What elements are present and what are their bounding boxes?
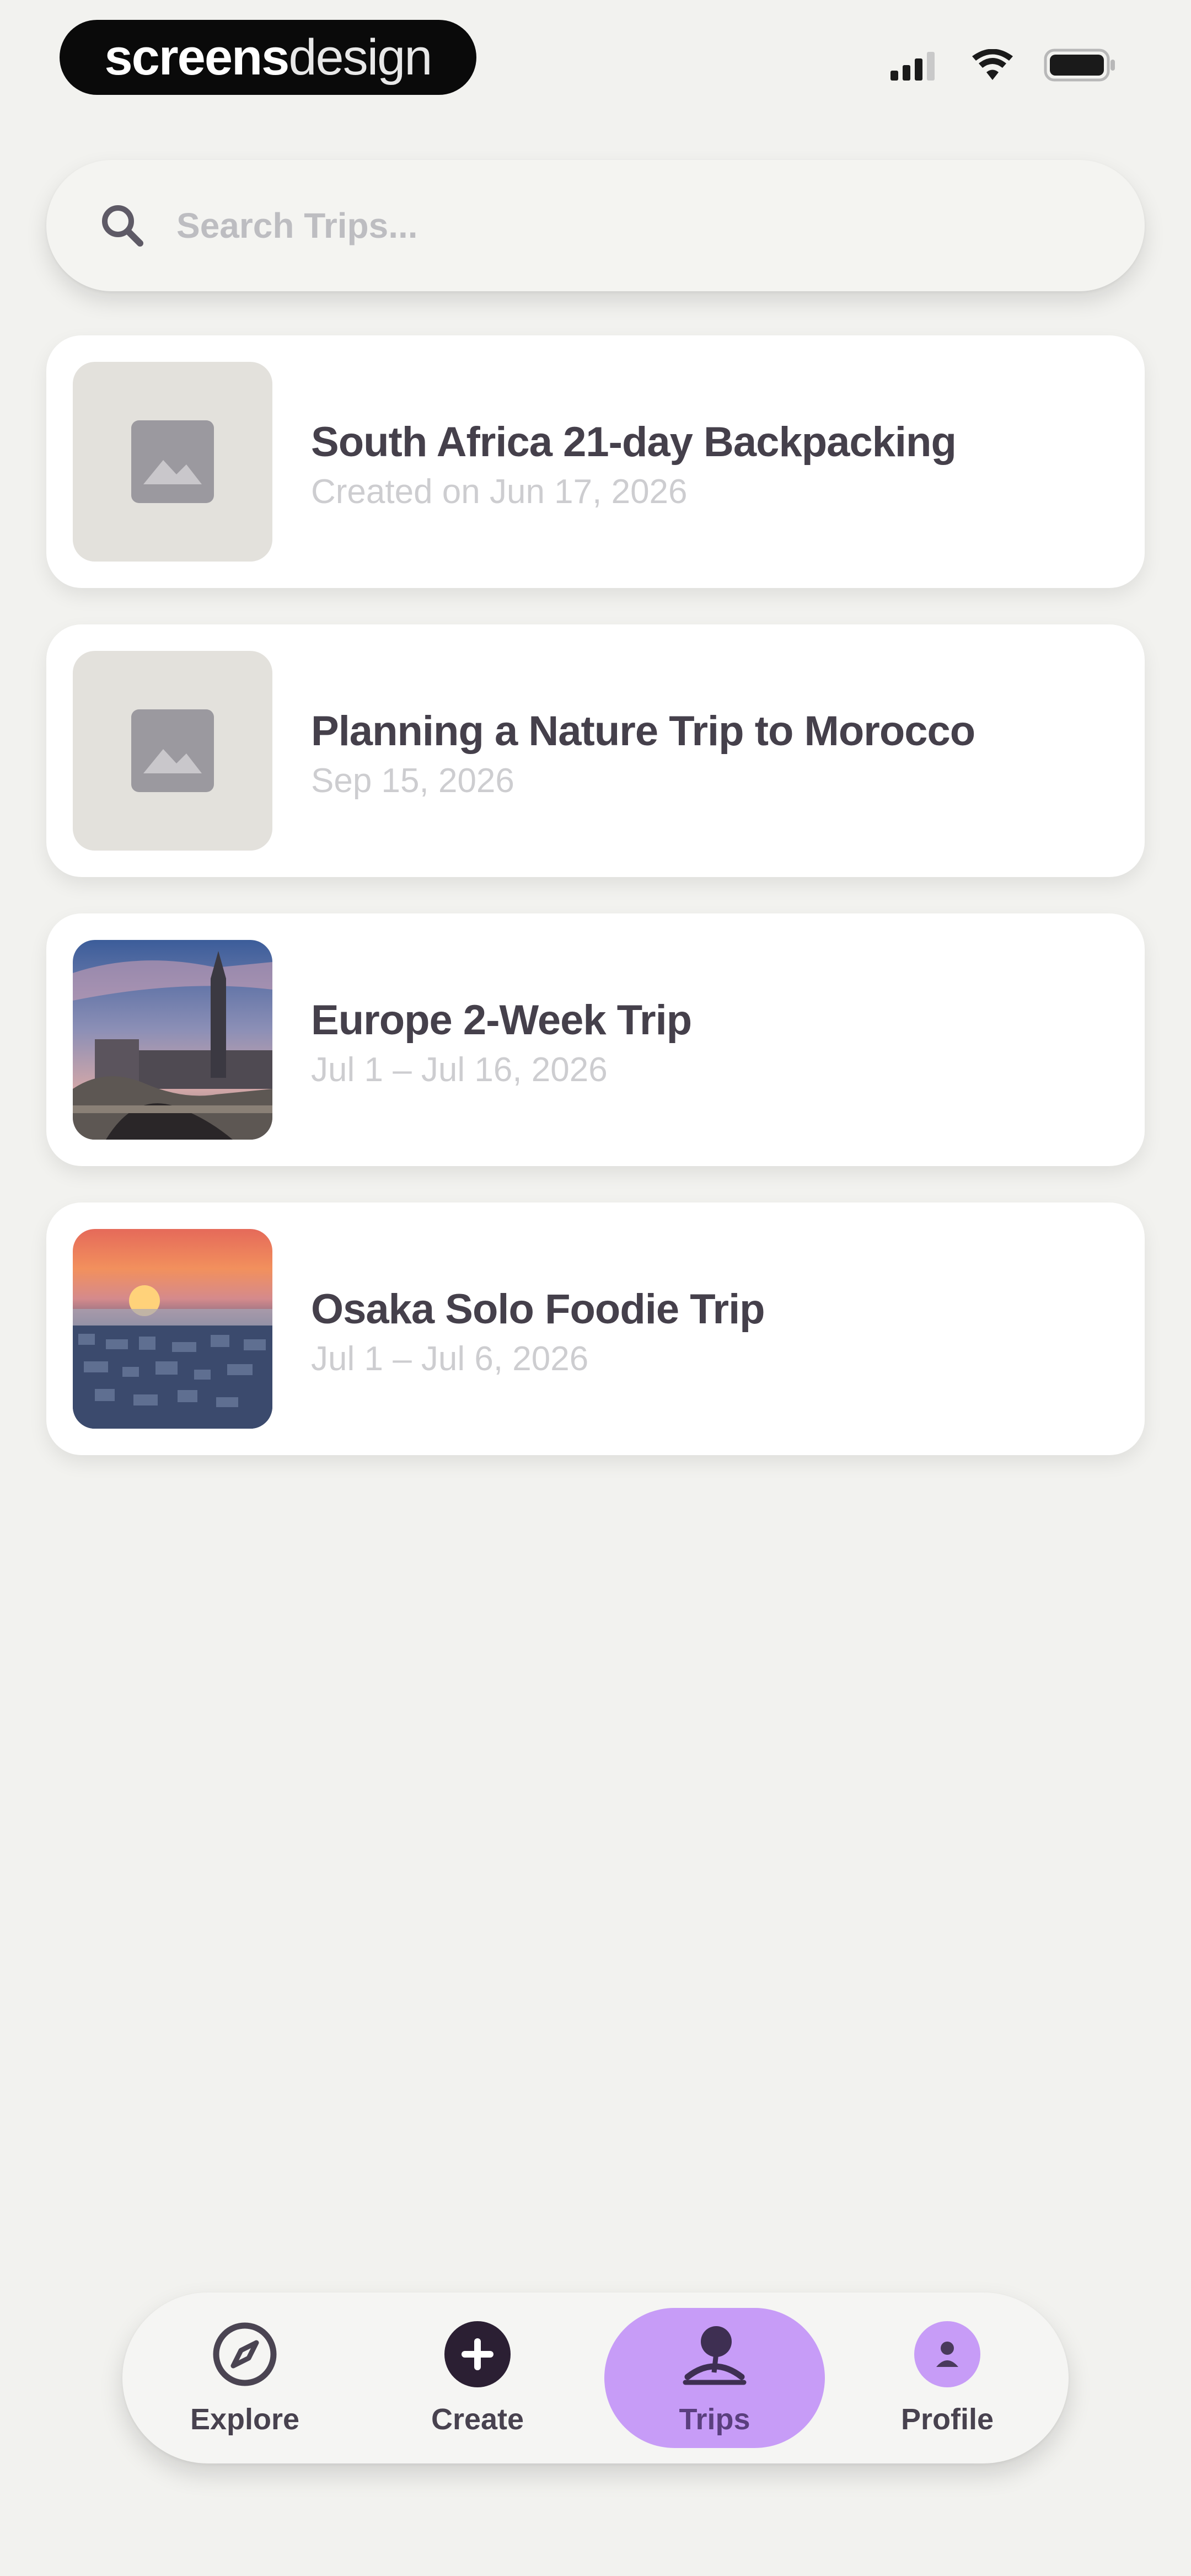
- image-placeholder-icon: [131, 709, 214, 792]
- signal-icon: [890, 52, 935, 81]
- brand-text-light: design: [288, 29, 432, 85]
- trip-card[interactable]: Europe 2-Week Trip Jul 1 – Jul 16, 2026: [46, 913, 1145, 1166]
- bottom-nav: Explore Create Trips Profile: [122, 2292, 1069, 2463]
- trip-date: Created on Jun 17, 2026: [311, 473, 688, 511]
- trip-title: Europe 2-Week Trip: [311, 997, 692, 1044]
- nav-trips[interactable]: Trips: [604, 2308, 825, 2448]
- trips-screen: screens design Search Trips... South Afr…: [0, 0, 1191, 2576]
- wifi-icon: [972, 49, 1013, 80]
- brand-text-bold: screens: [104, 29, 290, 85]
- plus-circle-icon: [444, 2321, 511, 2387]
- nav-profile[interactable]: Profile: [837, 2308, 1058, 2448]
- nav-label: Profile: [900, 2403, 994, 2436]
- nav-label: Trips: [679, 2403, 750, 2436]
- nav-label: Create: [431, 2403, 524, 2436]
- trip-title: South Africa 21-day Backpacking: [311, 419, 957, 466]
- trip-date: Sep 15, 2026: [311, 762, 514, 800]
- trip-date: Jul 1 – Jul 6, 2026: [311, 1340, 589, 1378]
- profile-avatar-icon: [914, 2321, 980, 2387]
- nav-explore[interactable]: Explore: [135, 2308, 355, 2448]
- trip-title: Planning a Nature Trip to Morocco: [311, 708, 975, 755]
- nav-create[interactable]: Create: [367, 2308, 588, 2448]
- trip-thumbnail: [73, 651, 272, 851]
- trip-list: South Africa 21-day Backpacking Created …: [46, 335, 1145, 1492]
- trips-icon: [683, 2326, 747, 2385]
- search-bar[interactable]: [46, 160, 1145, 291]
- brand-watermark: screens design: [60, 20, 476, 95]
- image-placeholder-icon: [131, 420, 214, 503]
- trip-title: Osaka Solo Foodie Trip: [311, 1286, 765, 1333]
- search-input[interactable]: [175, 205, 1060, 247]
- trip-thumbnail: [73, 1229, 272, 1429]
- trip-date: Jul 1 – Jul 16, 2026: [311, 1051, 608, 1089]
- city-bridge-photo: [73, 940, 272, 1140]
- sunset-city-photo: [73, 1229, 272, 1429]
- trip-card[interactable]: Osaka Solo Foodie Trip Jul 1 – Jul 6, 20…: [46, 1203, 1145, 1455]
- nav-label: Explore: [190, 2403, 300, 2436]
- trip-thumbnail: [73, 362, 272, 562]
- search-icon: [102, 205, 143, 247]
- trip-card[interactable]: South Africa 21-day Backpacking Created …: [46, 335, 1145, 588]
- compass-icon: [213, 2322, 277, 2386]
- trip-thumbnail: [73, 940, 272, 1140]
- trip-card[interactable]: Planning a Nature Trip to Morocco Sep 15…: [46, 624, 1145, 877]
- status-icons: [890, 49, 1117, 82]
- battery-icon: [1044, 49, 1115, 82]
